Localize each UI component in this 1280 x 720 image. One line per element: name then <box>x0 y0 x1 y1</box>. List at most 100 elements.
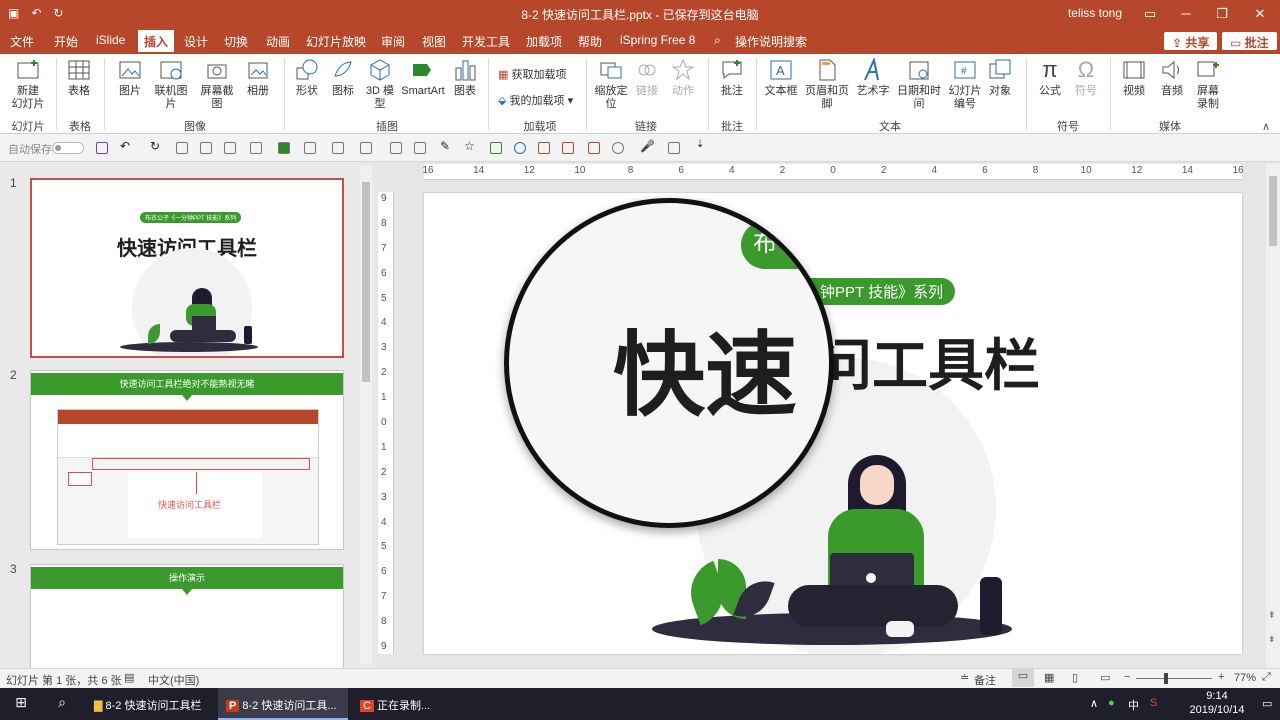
online-picture-button[interactable]: 联机图片 <box>150 58 192 111</box>
qat-undo-icon[interactable]: ↶ <box>120 139 132 153</box>
slide-number-button[interactable]: # 幻灯片 编号 <box>948 58 982 111</box>
smartart-button[interactable]: SmartArt <box>400 58 446 98</box>
user-name[interactable]: teliss tong <box>1068 6 1122 20</box>
tab-review[interactable]: 审阅 <box>381 33 405 50</box>
qat-save-icon[interactable] <box>96 142 108 154</box>
screenshot-button[interactable]: 屏幕截图 <box>196 58 238 111</box>
qat-outline-icon[interactable] <box>304 142 316 154</box>
autosave-toggle[interactable] <box>52 142 84 154</box>
tab-transitions[interactable]: 切换 <box>224 33 248 50</box>
my-addins-button[interactable]: ⬙ 我的加载项 ▾ <box>498 92 573 108</box>
main-scrollbar[interactable]: ⇞ ⇟ <box>1266 164 1280 668</box>
comments-button[interactable]: ▭ 批注 <box>1222 32 1277 50</box>
slide-thumbnail-3[interactable]: 操作演示 <box>30 564 344 668</box>
3d-model-button[interactable]: 3D 模 型 <box>364 58 396 111</box>
tab-design[interactable]: 设计 <box>184 33 208 50</box>
close-button[interactable]: ✕ <box>1250 4 1270 24</box>
normal-view-icon[interactable]: ▭ <box>1012 669 1034 687</box>
qat-effects-icon[interactable] <box>332 142 344 154</box>
symbol-button[interactable]: Ω 符号 <box>1070 58 1102 98</box>
sorter-view-icon[interactable]: ▦ <box>1044 671 1054 684</box>
tab-home[interactable]: 开始 <box>54 33 78 50</box>
qat-picture-icon[interactable] <box>562 142 574 154</box>
taskbar-powerpoint[interactable]: P 8-2 快速访问工具... <box>218 688 348 720</box>
taskbar-recorder[interactable]: C 正在录制... <box>352 688 452 720</box>
comment-button[interactable]: 批注 <box>716 58 748 98</box>
sogou-tray-icon[interactable]: S <box>1150 688 1166 720</box>
qat-group-icon[interactable] <box>390 142 402 154</box>
spellcheck-icon[interactable]: ▤ <box>124 671 134 684</box>
taskbar-explorer[interactable]: ▇ 8-2 快速访问工具栏 <box>84 688 214 720</box>
album-button[interactable]: 相册 <box>242 58 274 98</box>
ime-indicator[interactable]: 中 <box>1128 688 1144 720</box>
taskbar-clock[interactable]: 9:14 2019/10/14 <box>1172 688 1262 720</box>
next-slide-icon[interactable]: ⇟ <box>1268 634 1276 645</box>
qat-ungroup-icon[interactable] <box>414 142 426 154</box>
search-icon[interactable]: ⌕ <box>714 33 721 48</box>
restore-button[interactable]: ❐ <box>1212 4 1232 24</box>
zoom-button[interactable]: 缩放定 位 <box>594 58 628 111</box>
wordart-button[interactable]: 艺术字 <box>856 58 890 98</box>
ribbon-display-icon[interactable]: ▭ <box>1140 4 1160 24</box>
tab-islide[interactable]: iSlide <box>96 33 125 47</box>
tell-me-search[interactable]: 操作说明搜索 <box>735 33 807 50</box>
datetime-button[interactable]: 日期和时间 <box>894 58 944 111</box>
qat-customize-icon[interactable]: ⇣ <box>696 139 708 151</box>
qat-format-painter-icon[interactable]: ✎ <box>440 139 452 153</box>
table-button[interactable]: 表格 <box>64 58 94 98</box>
main-slide-canvas[interactable]: 钟PPT 技能》系列 问工具栏 布 快速 <box>424 193 1242 654</box>
wechat-tray-icon[interactable]: ● <box>1108 688 1124 720</box>
slide-thumbnail-1[interactable]: 布衣公子《一分钟PPT 技能》系列 快速访问工具栏 <box>30 178 344 358</box>
qat-present-icon[interactable] <box>176 142 188 154</box>
notes-button[interactable]: 备注 <box>974 672 996 688</box>
icons-button[interactable]: 图标 <box>328 58 358 98</box>
qat-align-icon[interactable] <box>224 142 236 154</box>
qat-globe-icon[interactable] <box>514 142 526 154</box>
notification-icon[interactable]: ▭ <box>1262 688 1280 720</box>
get-addins-button[interactable]: ▦ 获取加载项 <box>498 66 566 82</box>
prev-slide-icon[interactable]: ⇞ <box>1268 610 1276 621</box>
qat-fill-color-icon[interactable] <box>278 142 290 154</box>
header-footer-button[interactable]: 页眉和页脚 <box>802 58 852 111</box>
qat-distribute-icon[interactable] <box>250 142 262 154</box>
slideshow-view-icon[interactable]: ▭ <box>1100 671 1110 684</box>
audio-button[interactable]: 音频 <box>1156 58 1188 98</box>
tab-addins[interactable]: 加载项 <box>526 33 562 50</box>
qat-arrange-icon[interactable] <box>360 142 372 154</box>
windows-start-icon[interactable]: ⊞ <box>0 688 42 720</box>
fit-slide-icon[interactable]: ⤢ <box>1262 671 1271 684</box>
tab-developer[interactable]: 开发工具 <box>462 33 510 50</box>
video-button[interactable]: 视频 <box>1118 58 1150 98</box>
zoom-slider[interactable] <box>1136 678 1212 679</box>
qat-redo-icon[interactable]: ↻ <box>150 139 162 153</box>
qat-from-current-icon[interactable] <box>200 142 212 154</box>
language-status[interactable]: 中文(中国) <box>148 672 199 688</box>
thumbnail-scroll-thumb[interactable] <box>362 182 370 382</box>
tab-ispring[interactable]: iSpring Free 8 <box>620 33 695 47</box>
minimize-button[interactable]: ─ <box>1176 4 1196 24</box>
zoom-in-icon[interactable]: + <box>1218 671 1224 683</box>
zoom-out-icon[interactable]: − <box>1124 671 1130 683</box>
qat-star-icon[interactable]: ☆ <box>464 139 476 153</box>
reading-view-icon[interactable]: ▯ <box>1072 671 1078 684</box>
qat-shapes-icon[interactable] <box>612 142 624 154</box>
shapes-button[interactable]: 形状 <box>292 58 322 98</box>
slide-thumbnail-2[interactable]: 快速访问工具栏绝对不能熟视无睹 快速访问工具栏 <box>30 370 344 550</box>
tab-help[interactable]: 帮助 <box>578 33 602 50</box>
link-button[interactable]: 链接 <box>632 58 662 98</box>
taskbar-search-icon[interactable]: ⌕ <box>42 688 82 720</box>
tab-insert[interactable]: 插入 <box>138 30 175 54</box>
textbox-button[interactable]: A 文本框 <box>764 58 798 98</box>
qat-hyperlink-icon[interactable] <box>490 142 502 154</box>
notes-icon[interactable]: ≐ <box>960 671 969 684</box>
qat-screen-icon[interactable] <box>668 142 680 154</box>
tray-expand-icon[interactable]: ∧ <box>1090 688 1104 720</box>
zoom-slider-thumb[interactable] <box>1164 673 1168 684</box>
new-slide-button[interactable]: 新建 幻灯片 <box>8 58 48 111</box>
qat-table-icon[interactable] <box>588 142 600 154</box>
action-button[interactable]: 动作 <box>668 58 698 98</box>
tab-view[interactable]: 视图 <box>422 33 446 50</box>
chart-button[interactable]: 图表 <box>450 58 480 98</box>
collapse-ribbon-icon[interactable]: ∧ <box>1262 120 1270 133</box>
tab-slideshow[interactable]: 幻灯片放映 <box>306 33 366 50</box>
